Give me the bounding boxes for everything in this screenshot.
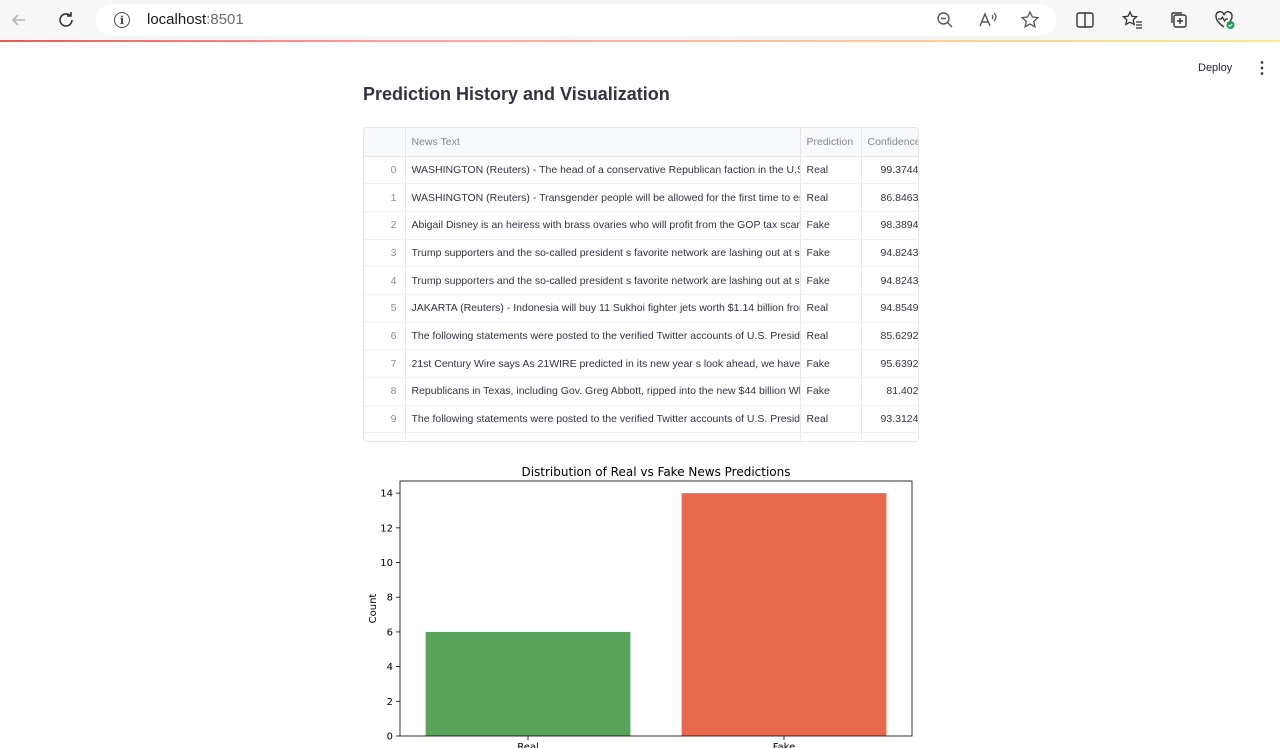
news-text-cell[interactable]: Abigail Disney is an heiress with brass … [405,211,801,240]
confidence-cell[interactable]: 86.8463 [861,183,918,212]
row-index-cell[interactable]: 1 [364,183,406,212]
bar-fake [681,493,887,736]
table-row[interactable]: 8 Republicans in Texas, including Gov. Gr… [364,377,918,406]
empty-cell [861,432,918,441]
favorite-star-icon[interactable] [1020,10,1040,30]
table-row[interactable]: 7 21st Century Wire says As 21WIRE predic… [364,349,918,378]
news-text-cell[interactable]: The following statements were posted to … [405,405,801,434]
confidence-cell[interactable]: 93.3124 [861,405,918,434]
url-text[interactable]: localhost:8501 [147,11,244,28]
address-bar[interactable]: i localhost:8501 [96,4,1056,36]
y-tick-label: 4 [387,662,393,673]
confidence-cell[interactable]: 94.8243 [861,266,918,295]
favorites-icon[interactable] [1120,8,1144,32]
prediction-distribution-chart: Distribution of Real vs Fake News Predic… [363,460,923,748]
y-tick-label: 8 [387,593,393,604]
row-index-cell[interactable]: 2 [364,211,406,240]
split-screen-icon[interactable] [1073,8,1097,32]
prediction-cell[interactable]: Fake [800,349,862,378]
news-text-cell[interactable]: 21st Century Wire says As 21WIRE predict… [405,349,801,378]
news-text-cell[interactable]: WASHINGTON (Reuters) - Transgender peopl… [405,183,801,212]
table-row[interactable]: 5 JAKARTA (Reuters) - Indonesia will buy … [364,294,918,323]
y-tick-label: 12 [380,523,393,534]
table-row[interactable]: 9 The following statements were posted to… [364,405,918,434]
x-tick-label: Real [517,742,539,748]
main-menu-icon[interactable]: ⋮ [1254,58,1270,78]
bar-real [425,631,631,736]
site-info-icon[interactable]: i [114,12,130,28]
confidence-cell[interactable]: 95.6392 [861,349,918,378]
news-text-cell[interactable]: JAKARTA (Reuters) - Indonesia will buy 1… [405,294,801,323]
collections-icon[interactable] [1167,8,1191,32]
prediction-cell[interactable]: Real [800,322,862,351]
browser-toolbar: i localhost:8501 [0,0,1280,40]
browser-essentials-icon[interactable] [1213,8,1237,32]
y-tick-label: 14 [380,489,393,500]
row-index-cell[interactable]: 6 [364,322,406,351]
table-row[interactable]: 3 Trump supporters and the so-called pres… [364,239,918,268]
column-header-index[interactable] [364,128,406,157]
x-tick-label: Fake [773,742,796,748]
y-tick-label: 2 [387,697,393,708]
row-index-cell[interactable]: 9 [364,405,406,434]
deploy-button[interactable]: Deploy [1198,58,1232,78]
bar-chart-svg: Distribution of Real vs Fake News Predic… [368,465,913,748]
refresh-icon[interactable] [52,6,80,34]
empty-cell [364,432,406,441]
table-row[interactable]: 6 The following statements were posted to… [364,322,918,351]
row-index-cell[interactable]: 3 [364,239,406,268]
prediction-cell[interactable]: Real [800,183,862,212]
table-row-empty [364,432,918,441]
row-index-cell[interactable]: 4 [364,266,406,295]
row-index-cell[interactable]: 5 [364,294,406,323]
prediction-cell[interactable]: Real [800,294,862,323]
zoom-icon[interactable] [935,10,955,30]
column-header-news-text[interactable]: News Text [405,128,801,157]
page-title: Prediction History and Visualization [363,84,670,104]
loading-gradient-line [0,40,1280,42]
prediction-cell[interactable]: Fake [800,239,862,268]
y-tick-label: 0 [387,732,393,743]
prediction-cell[interactable]: Fake [800,266,862,295]
read-aloud-icon[interactable] [978,10,998,30]
table-row[interactable]: 1 WASHINGTON (Reuters) - Transgender peop… [364,183,918,212]
news-text-cell[interactable]: The following statements were posted to … [405,322,801,351]
y-tick-label: 6 [387,627,393,638]
empty-cell [405,432,801,441]
column-header-confidence[interactable]: Confidence [861,128,918,157]
row-index-cell[interactable]: 0 [364,156,406,185]
confidence-cell[interactable]: 94.8243 [861,239,918,268]
back-arrow-icon[interactable] [5,6,33,34]
prediction-cell[interactable]: Fake [800,211,862,240]
prediction-cell[interactable]: Fake [800,377,862,406]
news-text-cell[interactable]: Trump supporters and the so-called presi… [405,239,801,268]
table-header-row: News Text Prediction Confidence [364,128,918,157]
table-row[interactable]: 2 Abigail Disney is an heiress with brass… [364,211,918,240]
column-header-prediction[interactable]: Prediction [800,128,862,157]
y-tick-label: 10 [380,558,393,569]
chart-title: Distribution of Real vs Fake News Predic… [521,465,790,479]
confidence-cell[interactable]: 98.3894 [861,211,918,240]
news-text-cell[interactable]: WASHINGTON (Reuters) - The head of a con… [405,156,801,185]
row-index-cell[interactable]: 8 [364,377,406,406]
confidence-cell[interactable]: 99.3744 [861,156,918,185]
news-text-cell[interactable]: Trump supporters and the so-called presi… [405,266,801,295]
confidence-cell[interactable]: 94.8549 [861,294,918,323]
row-index-cell[interactable]: 7 [364,349,406,378]
confidence-cell[interactable]: 81.402 [861,377,918,406]
empty-cell [800,432,862,441]
table-row[interactable]: 4 Trump supporters and the so-called pres… [364,266,918,295]
confidence-cell[interactable]: 85.6292 [861,322,918,351]
prediction-cell[interactable]: Real [800,156,862,185]
table-row[interactable]: 0 WASHINGTON (Reuters) - The head of a co… [364,156,918,185]
prediction-cell[interactable]: Real [800,405,862,434]
news-text-cell[interactable]: Republicans in Texas, including Gov. Gre… [405,377,801,406]
y-axis-label: Count [368,594,379,624]
prediction-history-table[interactable]: News Text Prediction Confidence 0 WASHING… [363,127,919,442]
